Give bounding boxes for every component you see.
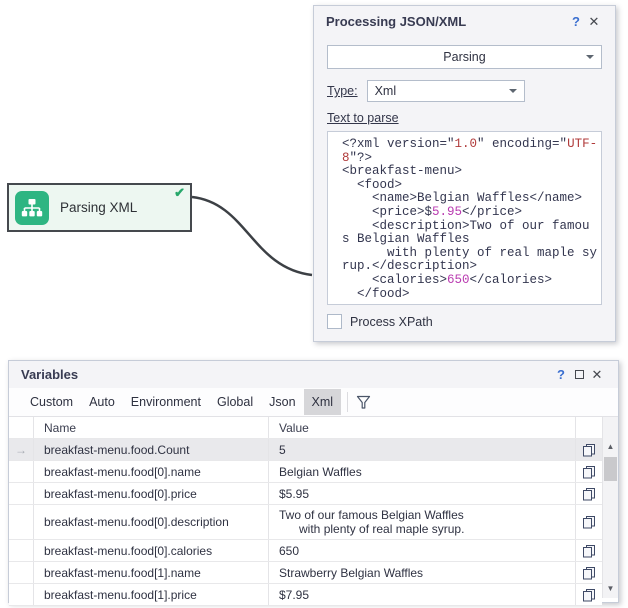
tab-xml[interactable]: Xml — [304, 389, 342, 415]
table-row[interactable]: breakfast-menu.food[1].nameStrawberry Be… — [9, 562, 602, 584]
help-button[interactable]: ? — [567, 14, 585, 30]
chevron-down-icon — [586, 55, 594, 59]
funnel-icon — [356, 395, 371, 410]
canvas: Parsing XML ✔ Processing JSON/XML ? ✕ Pa… — [0, 0, 628, 608]
node-parsing-xml[interactable]: Parsing XML ✔ — [7, 183, 192, 232]
variables-panel: Variables ? ✕ CustomAutoEnvironmentGloba… — [8, 360, 619, 603]
scroll-down-icon[interactable]: ▼ — [603, 581, 618, 596]
variables-table-body: → breakfast-menu.food.Count5 breakfast-me… — [9, 439, 602, 606]
row-gutter — [9, 562, 34, 583]
scroll-up-icon[interactable]: ▲ — [603, 439, 618, 454]
copy-icon — [582, 443, 596, 457]
row-gutter — [9, 540, 34, 561]
row-gutter — [9, 461, 34, 482]
variable-name: breakfast-menu.food[0].name — [34, 461, 269, 482]
success-check-icon: ✔ — [174, 186, 185, 200]
chevron-down-icon — [509, 89, 517, 93]
type-label: Type: — [327, 84, 358, 98]
row-gutter: → — [9, 439, 34, 460]
copy-icon — [582, 465, 596, 479]
row-gutter — [9, 584, 34, 605]
copy-button[interactable] — [576, 483, 602, 504]
variable-name: breakfast-menu.food[1].price — [34, 584, 269, 605]
variable-name: breakfast-menu.food.Count — [34, 439, 269, 460]
copy-button[interactable] — [576, 439, 602, 460]
table-row[interactable]: breakfast-menu.food[0].nameBelgian Waffl… — [9, 461, 602, 483]
scrollbar-thumb[interactable] — [604, 457, 617, 481]
table-row[interactable]: → breakfast-menu.food.Count5 — [9, 439, 602, 461]
variables-table: Name Value → breakfast-menu.food.Count5 b… — [9, 417, 602, 598]
variable-name: breakfast-menu.food[0].calories — [34, 540, 269, 561]
copy-icon — [582, 487, 596, 501]
variable-value: 650 — [269, 540, 576, 561]
copy-button[interactable] — [576, 584, 602, 605]
xml-editor[interactable]: <?xml version="1.0" encoding="UTF-8"?><b… — [327, 131, 602, 305]
type-dropdown[interactable]: Xml — [367, 80, 525, 102]
text-to-parse-label: Text to parse — [327, 111, 602, 125]
variable-name: breakfast-menu.food[0].description — [34, 505, 269, 539]
gutter-header — [9, 417, 34, 438]
table-header-row: Name Value — [9, 417, 602, 439]
tab-global[interactable]: Global — [209, 389, 261, 415]
copy-button[interactable] — [576, 505, 602, 539]
processing-panel-title: Processing JSON/XML — [326, 14, 567, 29]
vertical-scrollbar[interactable]: ▲ ▼ — [602, 417, 618, 598]
process-xpath-label: Process XPath — [350, 315, 433, 329]
value-column-header[interactable]: Value — [269, 417, 576, 438]
tab-environment[interactable]: Environment — [123, 389, 209, 415]
variable-value: 5 — [269, 439, 576, 460]
row-gutter — [9, 505, 34, 539]
processing-panel: Processing JSON/XML ? ✕ Parsing Type: Xm… — [313, 5, 616, 342]
processing-panel-header: Processing JSON/XML ? ✕ — [314, 6, 615, 37]
help-button[interactable]: ? — [552, 367, 570, 383]
copy-icon — [582, 515, 596, 529]
table-row[interactable]: breakfast-menu.food[0].price$5.95 — [9, 483, 602, 505]
type-dropdown-value: Xml — [375, 84, 397, 98]
selected-row-arrow-icon: → — [15, 443, 27, 457]
variables-panel-header: Variables ? ✕ — [9, 361, 618, 388]
variables-panel-title: Variables — [21, 367, 552, 382]
close-button[interactable]: ✕ — [588, 367, 606, 383]
copy-column-header — [576, 417, 602, 438]
filter-button[interactable] — [356, 395, 371, 410]
variable-value: $7.95 — [269, 584, 576, 605]
table-row[interactable]: breakfast-menu.food[0].calories650 — [9, 540, 602, 562]
process-xpath-checkbox[interactable] — [327, 314, 342, 329]
variable-name: breakfast-menu.food[1].name — [34, 562, 269, 583]
name-column-header[interactable]: Name — [34, 417, 269, 438]
copy-button[interactable] — [576, 461, 602, 482]
copy-button[interactable] — [576, 562, 602, 583]
variable-value: Belgian Waffles — [269, 461, 576, 482]
sitemap-icon — [15, 191, 49, 225]
tab-custom[interactable]: Custom — [22, 389, 81, 415]
variable-value: Two of our famous Belgian Waffles with p… — [269, 505, 576, 539]
row-gutter — [9, 483, 34, 504]
xml-text: <?xml version="1.0" encoding="UTF-8"?><b… — [328, 132, 601, 305]
variable-name: breakfast-menu.food[0].price — [34, 483, 269, 504]
copy-button[interactable] — [576, 540, 602, 561]
tab-auto[interactable]: Auto — [81, 389, 123, 415]
variable-value: $5.95 — [269, 483, 576, 504]
maximize-button[interactable] — [570, 367, 588, 383]
table-row[interactable]: breakfast-menu.food[0].descriptionTwo of… — [9, 505, 602, 540]
maximize-icon — [575, 370, 584, 379]
category-dropdown-value: Parsing — [443, 50, 485, 64]
node-label: Parsing XML — [60, 200, 137, 215]
copy-icon — [582, 566, 596, 580]
tab-json[interactable]: Json — [261, 389, 303, 415]
copy-icon — [582, 544, 596, 558]
tab-separator — [347, 392, 348, 412]
table-row[interactable]: breakfast-menu.food[1].price$7.95 — [9, 584, 602, 606]
copy-icon — [582, 588, 596, 602]
category-dropdown[interactable]: Parsing — [327, 45, 602, 69]
close-button[interactable]: ✕ — [585, 14, 603, 30]
variable-value: Strawberry Belgian Waffles — [269, 562, 576, 583]
variables-tabs: CustomAutoEnvironmentGlobalJsonXml — [22, 389, 341, 415]
